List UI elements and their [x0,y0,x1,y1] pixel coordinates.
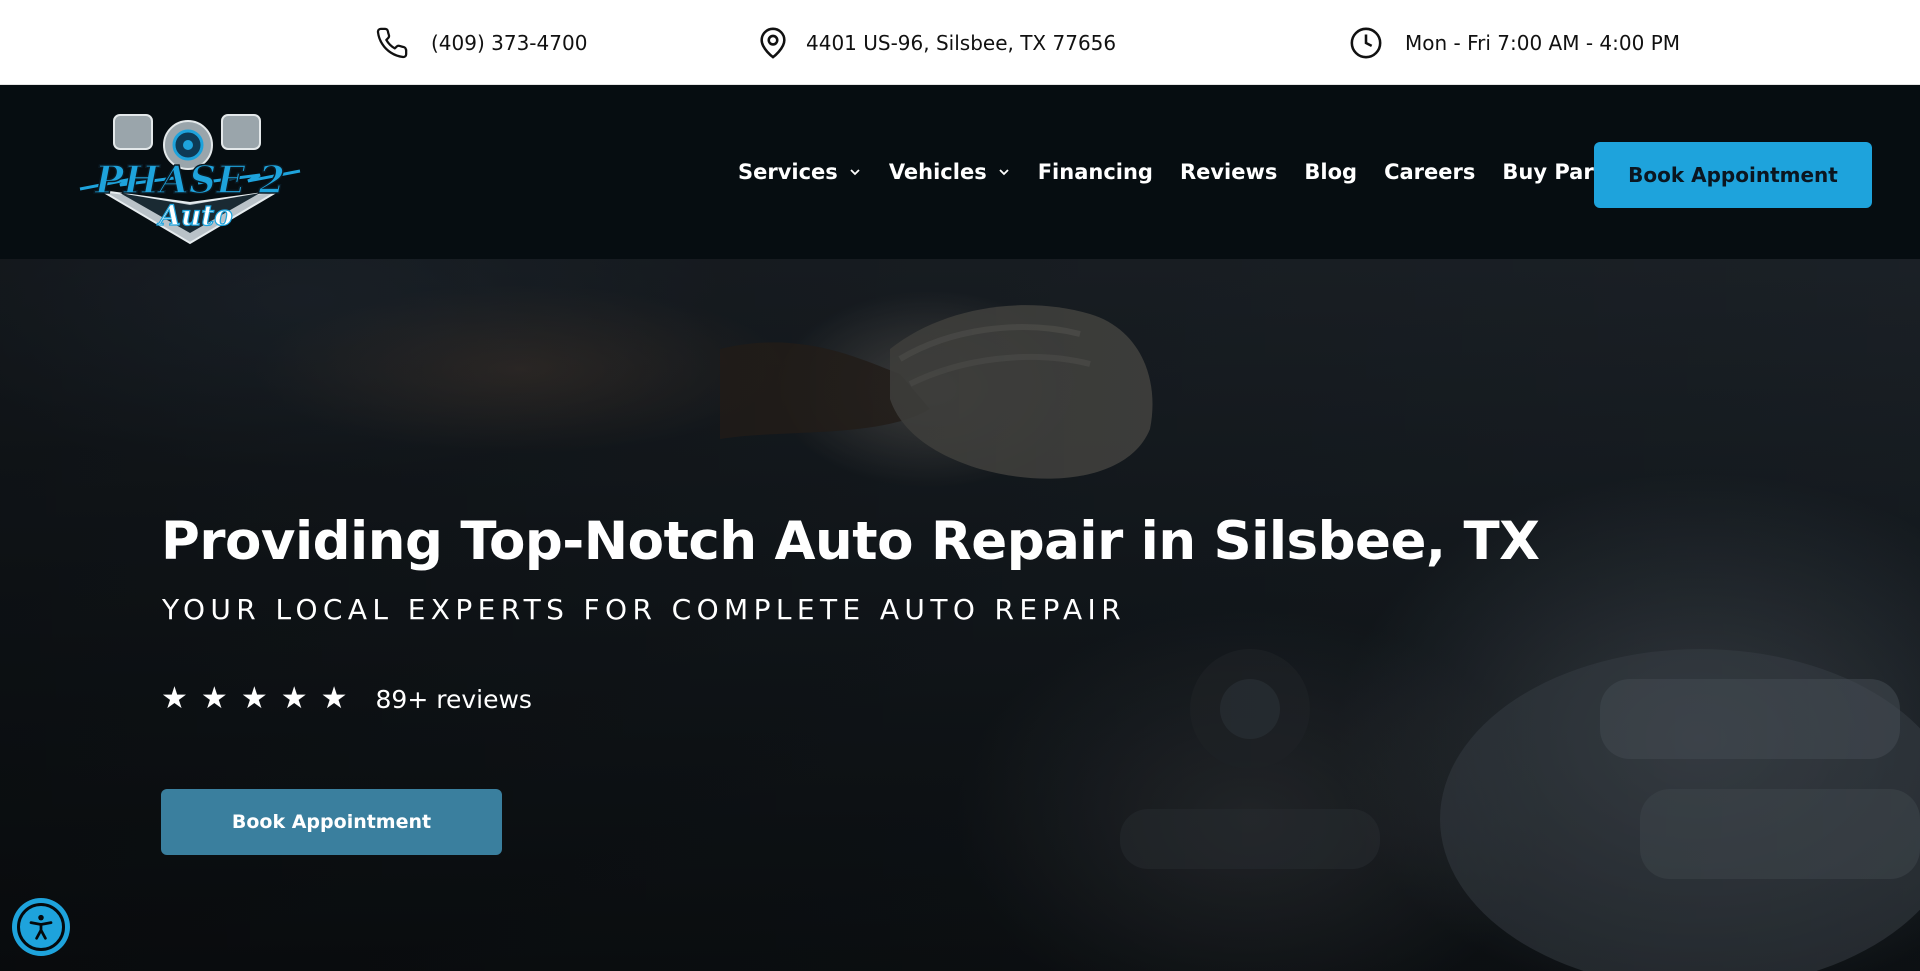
star-icon: ★ [161,681,188,716]
nav-item-vehicles[interactable]: Vehicles [889,160,1011,184]
contact-address[interactable]: 4401 US-96, Silsbee, TX 77656 [756,0,1116,85]
rating-summary[interactable]: ★ ★ ★ ★ ★ 89+ reviews [161,684,532,714]
nav-item-label[interactable]: Vehicles [889,160,987,184]
address-text[interactable]: 4401 US-96, Silsbee, TX 77656 [806,31,1116,55]
nav-item-label[interactable]: Financing [1038,160,1153,184]
hours-text: Mon - Fri 7:00 AM - 4:00 PM [1405,30,1681,55]
star-icon: ★ [200,681,228,716]
nav-item-services[interactable]: Services [738,160,862,184]
hero-title: Providing Top-Notch Auto Repair in Silsb… [161,511,1540,572]
hero-book-appointment-button[interactable]: Book Appointment [161,789,502,855]
nav-item-financing[interactable]: Financing [1038,160,1153,184]
nav-item-label[interactable]: Blog [1304,160,1357,184]
star-icon: ★ [320,681,348,716]
reviews-count[interactable]: 89+ reviews [376,685,532,714]
primary-nav: Services Vehicles Financing Reviews Blog… [738,85,1616,259]
star-rating: ★ ★ ★ ★ ★ [161,684,348,714]
svg-text:PHASE 2: PHASE 2 [94,157,285,202]
accessibility-button[interactable] [12,898,70,956]
top-info-bar: (409) 373-4700 4401 US-96, Silsbee, TX 7… [0,0,1920,85]
hero-section: Providing Top-Notch Auto Repair in Silsb… [0,259,1920,971]
business-hours: Mon - Fri 7:00 AM - 4:00 PM [1349,0,1680,85]
site-logo[interactable]: PHASE 2 Auto [72,93,308,253]
nav-item-label[interactable]: Services [738,160,838,184]
phone-icon [375,26,409,60]
nav-item-blog[interactable]: Blog [1304,160,1357,184]
accessibility-icon[interactable] [17,903,65,951]
clock-icon [1349,26,1383,60]
main-header: PHASE 2 Auto Services Vehicles Financing… [0,85,1920,259]
svg-text:Auto: Auto [156,199,233,232]
star-icon: ★ [240,681,268,716]
map-pin-icon [756,26,790,60]
contact-phone[interactable]: (409) 373-4700 [375,0,587,85]
header-book-appointment-button[interactable]: Book Appointment [1594,142,1872,208]
phone-number[interactable]: (409) 373-4700 [431,31,587,55]
chevron-down-icon[interactable] [848,165,862,179]
star-icon: ★ [280,681,308,716]
hero-subtitle: YOUR LOCAL EXPERTS FOR COMPLETE AUTO REP… [162,593,1127,626]
chevron-down-icon[interactable] [997,165,1011,179]
nav-item-label[interactable]: Reviews [1180,160,1277,184]
nav-item-careers[interactable]: Careers [1384,160,1475,184]
nav-item-reviews[interactable]: Reviews [1180,160,1277,184]
nav-item-label[interactable]: Careers [1384,160,1475,184]
